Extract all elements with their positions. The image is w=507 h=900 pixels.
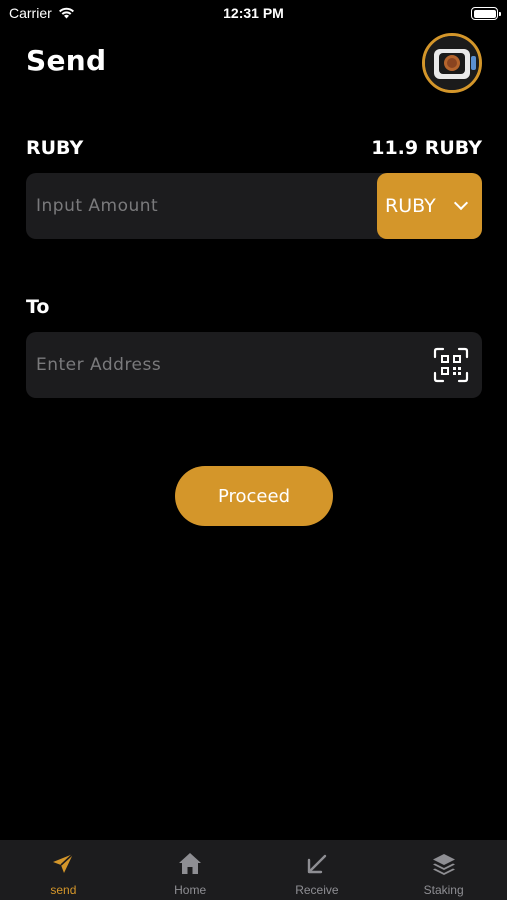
receive-arrow-icon (307, 854, 327, 874)
chevron-down-icon (453, 195, 468, 211)
asset-balance: 11.9 RUBY (371, 137, 482, 159)
layers-icon (432, 854, 455, 875)
avatar-image (425, 36, 479, 90)
tab-staking[interactable]: Staking (380, 840, 507, 900)
currency-dropdown[interactable]: RUBY (377, 173, 482, 239)
qr-scan-icon[interactable] (433, 347, 469, 383)
amount-input[interactable] (26, 173, 376, 239)
tab-receive[interactable]: Receive (254, 840, 381, 900)
battery-icon (471, 7, 501, 20)
tab-home[interactable]: Home (127, 840, 254, 900)
status-time: 12:31 PM (223, 5, 284, 21)
address-field (26, 332, 482, 398)
tab-send-label: send (50, 883, 77, 897)
status-bar: Carrier 12:31 PM (0, 0, 507, 28)
currency-label: RUBY (385, 195, 436, 217)
home-icon (179, 853, 202, 874)
profile-avatar[interactable] (422, 33, 482, 93)
address-input[interactable] (26, 332, 416, 398)
tab-home-label: Home (174, 883, 207, 897)
page-title: Send (26, 44, 107, 77)
send-icon (53, 853, 74, 873)
tab-staking-label: Staking (423, 883, 464, 897)
recipient-label: To (26, 296, 50, 318)
tab-bar: send Home Receive Staking (0, 840, 507, 900)
tab-receive-label: Receive (295, 883, 339, 897)
proceed-button[interactable]: Proceed (175, 466, 333, 526)
asset-label: RUBY (26, 137, 84, 159)
amount-field: RUBY (26, 173, 482, 239)
tab-send[interactable]: send (0, 840, 127, 900)
